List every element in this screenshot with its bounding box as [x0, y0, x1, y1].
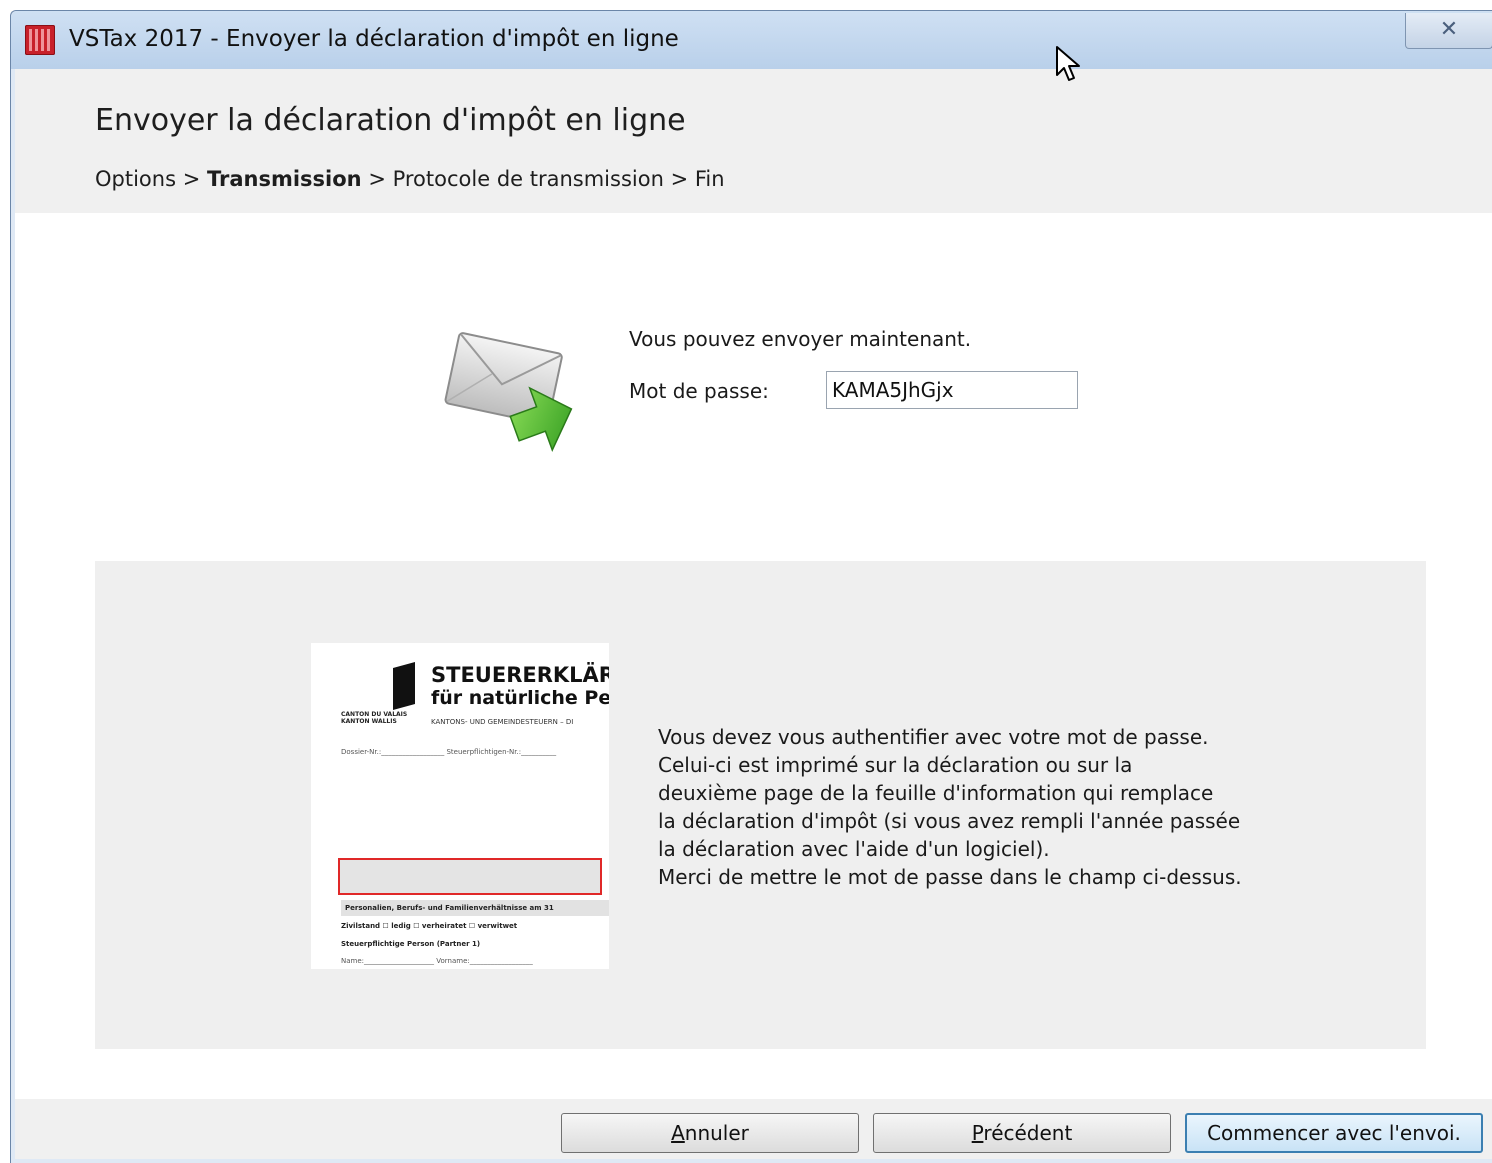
- breadcrumb-separator: >: [663, 167, 695, 191]
- wizard-header: Envoyer la déclaration d'impôt en ligne …: [15, 69, 1492, 213]
- close-icon: ✕: [1439, 17, 1459, 42]
- button-bar: Annuler Précédent Commencer avec l'envoi…: [15, 1099, 1492, 1159]
- title-bar[interactable]: VSTax 2017 - Envoyer la déclaration d'im…: [11, 11, 1492, 69]
- preview-canton: CANTON DU VALAIS KANTON WALLIS: [341, 711, 407, 725]
- instructions-line: Celui-ci est imprimé sur la déclaration …: [658, 753, 1133, 777]
- preview-tax-type: KANTONS- UND GEMEINDESTEUERN – DI: [431, 718, 574, 726]
- previous-button[interactable]: Précédent: [873, 1113, 1171, 1153]
- breadcrumb-protocol: Protocole de transmission: [392, 167, 664, 191]
- dialog-content: Envoyer la déclaration d'impôt en ligne …: [15, 69, 1492, 1159]
- preview-person-row: Steuerpflichtige Person (Partner 1): [341, 940, 481, 948]
- preview-civil-row: Zivilstand ☐ ledig ☐ verheiratet ☐ verwi…: [341, 922, 518, 930]
- previous-mnemonic: P: [971, 1121, 984, 1145]
- preview-canton-fr: CANTON DU VALAIS: [341, 711, 408, 718]
- password-label: Mot de passe:: [629, 379, 769, 403]
- breadcrumb: Options > Transmission > Protocole de tr…: [95, 167, 725, 191]
- instructions-line: la déclaration d'impôt (si vous avez rem…: [658, 809, 1241, 833]
- mouse-cursor-icon: [1056, 46, 1080, 81]
- breadcrumb-separator: >: [176, 167, 207, 191]
- password-location-highlight: [338, 858, 602, 895]
- send-mail-icon: [444, 332, 573, 452]
- dialog-window: VSTax 2017 - Envoyer la déclaration d'im…: [10, 10, 1492, 1163]
- ready-message: Vous pouvez envoyer maintenant.: [629, 327, 972, 351]
- info-panel: STEUERERKLÄR für natürliche Pers KANTONS…: [95, 561, 1426, 1049]
- window-title: VSTax 2017 - Envoyer la déclaration d'im…: [69, 26, 679, 52]
- instructions-text: Vous devez vous authentifier avec votre …: [658, 723, 1242, 891]
- preview-name-row: Name:____________________ Vorname:______…: [341, 957, 533, 965]
- app-icon: [25, 25, 55, 55]
- breadcrumb-end: Fin: [694, 167, 725, 191]
- instructions-line: Vous devez vous authentifier avec votre …: [658, 725, 1209, 749]
- preview-field-row: Dossier-Nr.:__________________ Steuerpfl…: [341, 748, 557, 756]
- password-field[interactable]: [826, 371, 1078, 409]
- cancel-button[interactable]: Annuler: [561, 1113, 859, 1153]
- preview-canton-de: KANTON WALLIS: [341, 718, 397, 725]
- instructions-line: Merci de mettre le mot de passe dans le …: [658, 865, 1242, 889]
- tax-form-preview: STEUERERKLÄR für natürliche Pers KANTONS…: [311, 643, 609, 969]
- breadcrumb-options: Options: [95, 167, 177, 191]
- previous-label: récédent: [983, 1121, 1073, 1145]
- start-sending-button[interactable]: Commencer avec l'envoi.: [1185, 1113, 1483, 1153]
- cancel-label: nnuler: [684, 1121, 749, 1145]
- preview-subtitle: für natürliche Pers: [431, 687, 609, 709]
- canton-logo: [393, 662, 415, 710]
- page-title: Envoyer la déclaration d'impôt en ligne: [95, 103, 686, 138]
- preview-section-header: Personalien, Berufs- und Familienverhält…: [341, 900, 609, 916]
- breadcrumb-transmission: Transmission: [206, 167, 362, 191]
- cancel-mnemonic: A: [671, 1121, 685, 1145]
- instructions-line: la déclaration avec l'aide d'un logiciel…: [658, 837, 1050, 861]
- breadcrumb-separator: >: [361, 167, 393, 191]
- preview-title: STEUERERKLÄR: [431, 663, 609, 687]
- close-button[interactable]: ✕: [1405, 13, 1492, 49]
- instructions-line: deuxième page de la feuille d'informatio…: [658, 781, 1214, 805]
